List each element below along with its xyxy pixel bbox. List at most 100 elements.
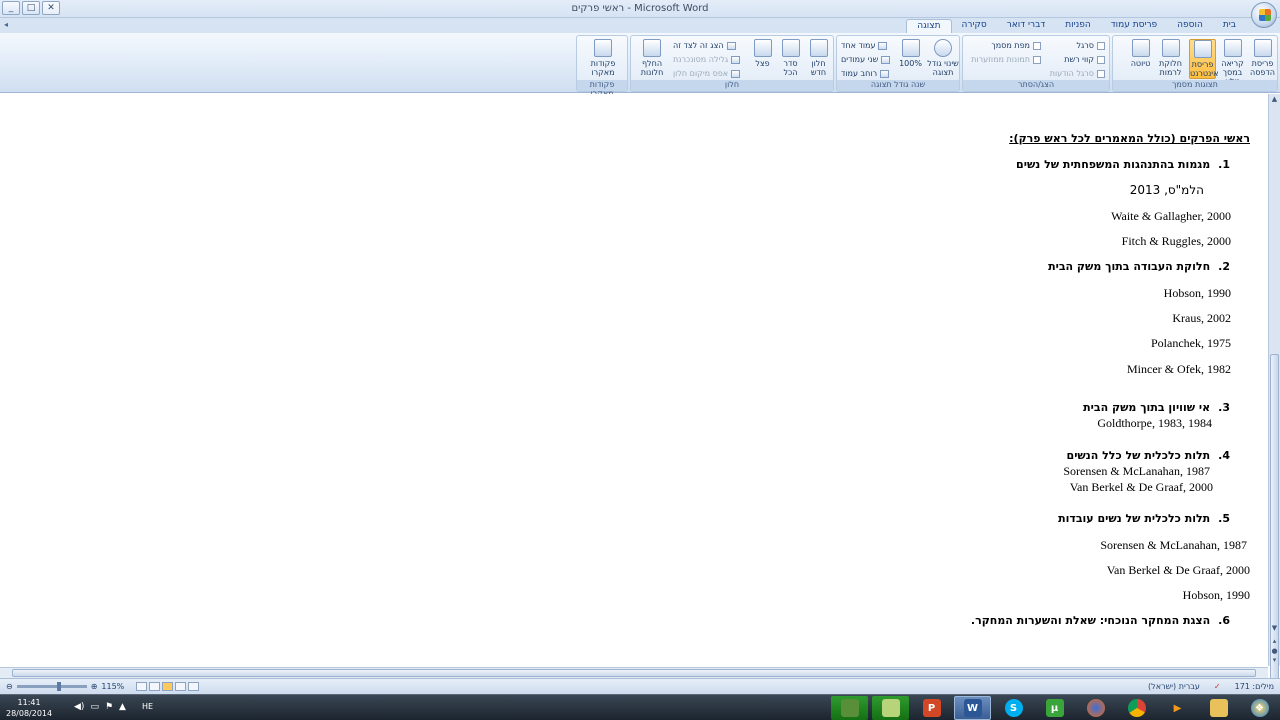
- draft-view-icon[interactable]: [136, 682, 148, 691]
- zoom-button[interactable]: שינוי גודל תצוגה: [927, 39, 959, 79]
- print-layout-button[interactable]: פריסת הדפסה: [1249, 39, 1276, 79]
- taskbar-skype[interactable]: S: [995, 696, 1032, 720]
- tab-page-layout[interactable]: פריסת עמוד: [1101, 19, 1167, 33]
- draft-button[interactable]: טיוטה: [1127, 39, 1154, 79]
- minimize-ribbon-icon[interactable]: ◂: [4, 20, 12, 29]
- synchronous-scrolling-button[interactable]: גלילה מסונכרנת: [673, 55, 741, 64]
- print-layout-view-icon[interactable]: [188, 682, 200, 691]
- hscroll-thumb[interactable]: [12, 669, 1256, 677]
- ref-2b: Kraus, 2002: [1172, 311, 1231, 325]
- scroll-down-icon[interactable]: ▼: [1270, 624, 1279, 633]
- full-screen-view-icon[interactable]: [175, 682, 187, 691]
- document-map-checkbox[interactable]: מפת מסמך: [991, 41, 1041, 50]
- section-6-title: 6.הצגת המחקר הנוכחי: שאלת והשערות המחקר.: [970, 614, 1230, 627]
- full-screen-reading-button[interactable]: קריאה במסך מלא: [1219, 39, 1246, 86]
- checkbox-icon: [1097, 41, 1105, 50]
- language-indicator[interactable]: עברית (ישראל): [1148, 682, 1200, 691]
- show-hidden-icons-icon[interactable]: ▲: [119, 702, 126, 712]
- taskbar-green-app-2[interactable]: [831, 696, 868, 720]
- word-count[interactable]: מילים: 171: [1235, 682, 1274, 691]
- next-page-icon[interactable]: ▾: [1270, 656, 1279, 665]
- tab-insert[interactable]: הוספה: [1167, 19, 1213, 33]
- start-button[interactable]: ❖: [1241, 696, 1278, 720]
- zoom-slider[interactable]: [16, 682, 87, 691]
- web-layout-view-icon[interactable]: [162, 682, 174, 691]
- windows-logo-icon: ❖: [1250, 699, 1269, 717]
- media-player-icon: ▶: [1173, 702, 1182, 714]
- flag-icon[interactable]: ⚑: [105, 702, 113, 712]
- zoom-slider-knob[interactable]: [56, 682, 61, 691]
- side-by-side-button[interactable]: הצג זה לצד זה: [673, 41, 736, 50]
- time: 11:41: [17, 698, 41, 707]
- one-page-button[interactable]: עמוד אחד: [841, 41, 888, 50]
- browse-object-icon[interactable]: ●: [1270, 647, 1279, 656]
- arrange-all-icon: [781, 39, 800, 57]
- proofing-icon[interactable]: ✓: [1214, 682, 1221, 691]
- web-layout-button[interactable]: פריסת אינטרנט: [1189, 39, 1218, 79]
- date: 28/08/2014: [6, 709, 53, 718]
- zoom-level[interactable]: 115%: [101, 682, 124, 691]
- ribbon-tabs: ◂ בית הוספה פריסת עמוד הפניות דברי דואר …: [0, 18, 1280, 33]
- split-button[interactable]: פצל: [749, 39, 776, 79]
- utorrent-icon: µ: [1045, 699, 1064, 717]
- network-icon[interactable]: ▭: [90, 702, 99, 712]
- taskbar-powerpoint[interactable]: P: [913, 696, 950, 720]
- taskbar-media-player[interactable]: ▶: [1159, 696, 1196, 720]
- taskbar-firefox[interactable]: [1077, 696, 1114, 720]
- powerpoint-icon: P: [922, 699, 941, 717]
- view-shortcuts: [136, 682, 200, 691]
- zoom-in-icon[interactable]: ⊕: [91, 682, 98, 691]
- reset-window-position-button[interactable]: אפס מיקום חלון: [673, 69, 741, 78]
- arrange-all-button[interactable]: סדר הכל: [777, 39, 804, 79]
- split-icon: [753, 39, 772, 57]
- checkbox-icon: [1097, 69, 1105, 78]
- gridlines-checkbox[interactable]: קווי רשת: [1064, 55, 1105, 64]
- draft-icon: [1131, 39, 1150, 57]
- status-bar: ⊖ ⊕ 115% מילים: 171 ✓ עברית (ישראל): [0, 678, 1280, 694]
- page-width-button[interactable]: רוחב עמוד: [841, 69, 890, 78]
- checkbox-icon: [1097, 55, 1105, 64]
- zoom-100-button[interactable]: 100%: [897, 39, 924, 79]
- group-window: חלון חדש סדר הכל פצל הצג זה לצד זה גלילה…: [630, 35, 834, 92]
- taskbar-explorer[interactable]: [1200, 696, 1237, 720]
- document-area[interactable]: ראשי הפרקים (כולל המאמרים לכל ראש פרק): …: [0, 94, 1268, 666]
- checkbox-icon: [1033, 55, 1041, 64]
- skype-icon: S: [1004, 699, 1023, 717]
- taskbar-word[interactable]: W: [954, 696, 991, 720]
- vertical-scrollbar[interactable]: ▲ ▼ ▴ ● ▾: [1268, 94, 1280, 694]
- page-width-icon: [880, 69, 890, 78]
- tab-home[interactable]: בית: [1213, 19, 1246, 33]
- new-window-button[interactable]: חלון חדש: [805, 39, 832, 79]
- zoom-out-icon[interactable]: ⊖: [6, 682, 13, 691]
- tab-mailings[interactable]: דברי דואר: [997, 19, 1056, 33]
- ruler-checkbox[interactable]: סרגל: [1076, 41, 1105, 50]
- group-label: חלון: [631, 80, 833, 91]
- thumbnails-checkbox[interactable]: תמונות ממוזערות: [971, 55, 1041, 64]
- sync-scroll-icon: [731, 55, 741, 64]
- two-pages-button[interactable]: שני עמודים: [841, 55, 891, 64]
- checkbox-icon: [1033, 41, 1041, 50]
- taskbar-chrome[interactable]: [1118, 696, 1155, 720]
- taskbar-green-app[interactable]: [872, 696, 909, 720]
- macros-button[interactable]: פקודות מאקרו: [587, 39, 619, 79]
- horizontal-scrollbar[interactable]: [0, 667, 1268, 678]
- volume-icon[interactable]: ◀): [74, 702, 84, 712]
- clock[interactable]: 11:41 28/08/2014: [6, 697, 52, 719]
- ref-4b: Van Berkel & De Graaf, 2000: [1069, 480, 1213, 494]
- input-language[interactable]: HE: [142, 702, 153, 711]
- previous-page-icon[interactable]: ▴: [1270, 637, 1279, 646]
- tab-review[interactable]: סקירה: [952, 19, 997, 33]
- outline-button[interactable]: חלוקת לרמות: [1157, 39, 1184, 79]
- office-button[interactable]: [1251, 2, 1277, 28]
- tab-view[interactable]: תצוגה: [906, 19, 952, 33]
- taskbar-utorrent[interactable]: µ: [1036, 696, 1073, 720]
- group-show-hide: סרגל קווי רשת סרגל הודעות מפת מסמך תמונו…: [962, 35, 1110, 92]
- new-window-icon: [809, 39, 828, 57]
- scroll-up-icon[interactable]: ▲: [1270, 95, 1279, 104]
- message-bar-checkbox[interactable]: סרגל הודעות: [1050, 69, 1105, 78]
- group-label: הצג/הסתר: [963, 80, 1109, 91]
- outline-view-icon[interactable]: [149, 682, 161, 691]
- tab-references[interactable]: הפניות: [1055, 19, 1100, 33]
- firefox-icon: [1086, 699, 1105, 717]
- switch-windows-button[interactable]: החלף חלונות: [635, 39, 669, 79]
